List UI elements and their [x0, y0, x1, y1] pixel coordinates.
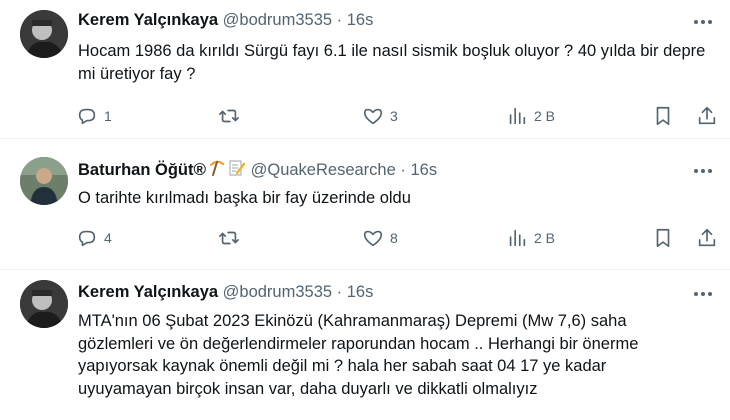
avatar[interactable] [20, 280, 68, 328]
retweet-icon [218, 105, 240, 127]
separator-dot: · [400, 161, 406, 179]
author-name[interactable]: Kerem Yalçınkaya [78, 283, 218, 301]
reply-button[interactable]: 1 [76, 103, 112, 129]
author-handle[interactable]: @QuakeResearche [251, 161, 396, 179]
bookmark-button[interactable] [652, 103, 674, 129]
like-icon [362, 227, 384, 249]
registered-badge: ® [193, 160, 207, 179]
timestamp[interactable]: 16s [410, 161, 437, 179]
reply-button[interactable]: 4 [76, 225, 112, 251]
retweet-icon [218, 227, 240, 249]
author-handle[interactable]: @bodrum3535 [223, 283, 332, 301]
bookmark-icon [652, 227, 674, 249]
views-button[interactable]: 2 B [506, 225, 555, 251]
view-count: 2 B [534, 230, 556, 246]
tweet-text: O tarihte kırılmadı başka bir fay üzerin… [78, 189, 411, 207]
tweet-2[interactable]: Baturhan Öğüt® @QuakeResearche · 16s O t… [0, 139, 730, 270]
reply-count: 4 [104, 230, 112, 246]
author-name[interactable]: Baturhan Öğüt [78, 161, 194, 179]
more-options-icon[interactable] [692, 12, 714, 32]
tweet-header: Baturhan Öğüt® @QuakeResearche · 16s [78, 159, 437, 182]
tweet-header: Kerem Yalçınkaya @bodrum3535 · 16s [78, 10, 373, 30]
like-count: 3 [390, 108, 398, 124]
author-handle[interactable]: @bodrum3535 [223, 11, 332, 29]
more-options-icon[interactable] [692, 284, 714, 304]
views-button[interactable]: 2 B [506, 103, 555, 129]
bookmark-button[interactable] [652, 225, 674, 251]
like-icon [362, 105, 384, 127]
like-button[interactable]: 3 [362, 103, 398, 129]
action-bar: 1 3 2 B [70, 103, 720, 129]
retweet-button[interactable] [218, 103, 240, 129]
reply-icon [76, 105, 98, 127]
tweet-3[interactable]: Kerem Yalçınkaya @bodrum3535 · 16s MTA'n… [0, 270, 730, 420]
pick-emoji [208, 159, 226, 182]
reply-icon [76, 227, 98, 249]
reply-count: 1 [104, 108, 112, 124]
views-icon [506, 227, 528, 249]
author-name[interactable]: Kerem Yalçınkaya [78, 11, 218, 29]
tweet-text: MTA'nın 06 Şubat 2023 Ekinözü (Kahramanm… [78, 312, 639, 398]
share-button[interactable] [696, 225, 718, 251]
separator-dot: · [336, 11, 343, 29]
tweet-header: Kerem Yalçınkaya @bodrum3535 · 16s [78, 282, 373, 302]
avatar[interactable] [20, 157, 68, 205]
view-count: 2 B [534, 108, 556, 124]
retweet-button[interactable] [218, 225, 240, 251]
more-options-icon[interactable] [692, 161, 714, 181]
separator-dot: · [336, 283, 343, 301]
like-count: 8 [390, 230, 398, 246]
action-bar: 4 8 2 B [70, 225, 720, 251]
share-icon [696, 105, 718, 127]
timestamp[interactable]: 16s [347, 11, 374, 29]
bookmark-icon [652, 105, 674, 127]
share-icon [696, 227, 718, 249]
share-button[interactable] [696, 103, 718, 129]
tweet-text: Hocam 1986 da kırıldı Sürgü fayı 6.1 ile… [78, 42, 706, 83]
memo-emoji [228, 159, 246, 182]
avatar[interactable] [20, 10, 68, 58]
timestamp[interactable]: 16s [347, 283, 374, 301]
tweet-1[interactable]: Kerem Yalçınkaya @bodrum3535 · 16s Hocam… [0, 0, 730, 137]
views-icon [506, 105, 528, 127]
like-button[interactable]: 8 [362, 225, 398, 251]
